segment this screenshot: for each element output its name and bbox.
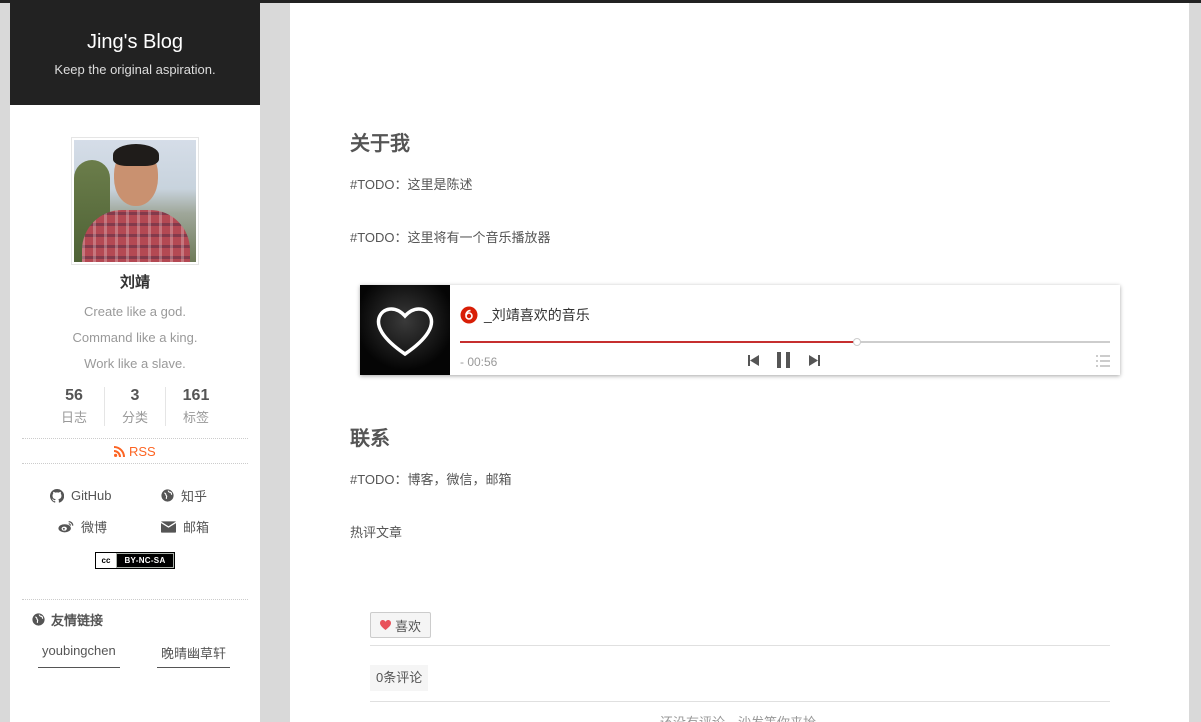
cc-license-text: BY-NC-SA — [117, 554, 173, 567]
divider — [370, 645, 1110, 646]
netease-music-icon — [460, 306, 478, 324]
social-links: GitHub 知乎 微博 邮箱 — [50, 486, 232, 536]
stat-count: 56 — [65, 387, 83, 404]
cc-license-badge[interactable]: cc BY-NC-SA — [95, 552, 175, 569]
rss-icon — [114, 446, 126, 457]
about-heading: 关于我 — [350, 133, 410, 155]
stat-categories[interactable]: 3 分类 — [104, 387, 165, 426]
friend-list: youbingchen 晚晴幽草轩 — [38, 643, 230, 668]
friend-link[interactable]: 晚晴幽草轩 — [156, 643, 230, 668]
envelope-icon — [161, 520, 176, 533]
friend-link[interactable]: youbingchen — [38, 643, 120, 668]
friend-links: 友情链接 youbingchen 晚晴幽草轩 — [22, 599, 248, 668]
album-cover[interactable] — [360, 285, 450, 375]
contact-text: #TODO：博客，微信，邮箱 — [350, 472, 512, 487]
social-label: 邮箱 — [183, 520, 210, 535]
player-note: #TODO：这里将有一个音乐播放器 — [350, 230, 551, 245]
empty-comments-text: 还没有评论，沙发等你来抢 — [660, 712, 816, 722]
rss-link[interactable]: RSS — [22, 438, 248, 464]
player-title: _刘靖喜欢的音乐 — [460, 305, 590, 325]
progress-fill — [460, 341, 857, 343]
globe-icon — [32, 613, 45, 626]
social-link-email[interactable]: 邮箱 — [141, 517, 232, 536]
social-label: GitHub — [71, 488, 112, 503]
divider — [370, 701, 1110, 702]
friend-links-heading: 友情链接 — [22, 610, 248, 629]
music-player: _刘靖喜欢的音乐 - 00:56 — [360, 285, 1120, 375]
heart-icon — [376, 307, 434, 357]
player-time: - 00:56 — [460, 355, 498, 369]
avatar — [71, 137, 199, 265]
social-link-github[interactable]: GitHub — [50, 486, 141, 505]
friend-links-title: 友情链接 — [51, 613, 104, 628]
author-motto: Create like a god. Command like a king. … — [10, 299, 260, 377]
sidebar: Jing's Blog Keep the original aspiration… — [10, 3, 260, 722]
stat-label: 标签 — [182, 410, 209, 425]
pause-icon[interactable] — [777, 352, 791, 368]
social-label: 微博 — [81, 520, 108, 535]
stat-posts[interactable]: 56 日志 — [44, 387, 104, 426]
about-text: #TODO：这里是陈述 — [350, 177, 473, 192]
player-controls — [748, 352, 820, 368]
next-icon[interactable] — [809, 354, 820, 366]
like-label: 喜欢 — [395, 618, 422, 634]
rss-label: RSS — [128, 444, 156, 459]
cc-logo-icon: cc — [96, 553, 116, 568]
contact-heading: 联系 — [350, 428, 390, 450]
github-icon — [50, 488, 64, 503]
stat-label: 日志 — [60, 410, 87, 425]
progress-knob[interactable] — [852, 338, 861, 346]
playlist-icon[interactable] — [1096, 355, 1110, 367]
weibo-icon — [58, 520, 74, 533]
site-stats: 56 日志 3 分类 161 标签 — [10, 387, 260, 426]
prev-icon[interactable] — [748, 354, 759, 366]
social-link-weibo[interactable]: 微博 — [50, 517, 141, 536]
stat-count: 161 — [182, 387, 210, 404]
site-subtitle: Keep the original aspiration. — [54, 62, 216, 77]
stat-tags[interactable]: 161 标签 — [165, 387, 226, 426]
comment-count: 0条评论 — [370, 665, 429, 691]
motto-line: Command like a king. — [72, 330, 198, 345]
like-button[interactable]: 喜欢 — [370, 612, 432, 638]
social-link-zhihu[interactable]: 知乎 — [141, 486, 232, 505]
stat-count: 3 — [130, 387, 140, 404]
heart-icon — [380, 620, 391, 630]
stat-label: 分类 — [121, 410, 148, 425]
main-content: 关于我 #TODO：这里是陈述 #TODO：这里将有一个音乐播放器 _刘靖喜欢的… — [290, 3, 1189, 722]
progress-bar[interactable] — [460, 338, 1110, 346]
avatar-image — [74, 140, 196, 262]
site-title[interactable]: Jing's Blog — [10, 3, 260, 54]
globe-icon — [161, 489, 174, 502]
playlist-title: _刘靖喜欢的音乐 — [484, 307, 590, 323]
motto-line: Work like a slave. — [84, 356, 186, 371]
hot-articles[interactable]: 热评文章 — [350, 522, 402, 541]
motto-line: Create like a god. — [84, 304, 186, 319]
author-name: 刘靖 — [119, 274, 150, 291]
site-brand: Jing's Blog Keep the original aspiration… — [10, 3, 260, 105]
social-label: 知乎 — [181, 489, 208, 504]
